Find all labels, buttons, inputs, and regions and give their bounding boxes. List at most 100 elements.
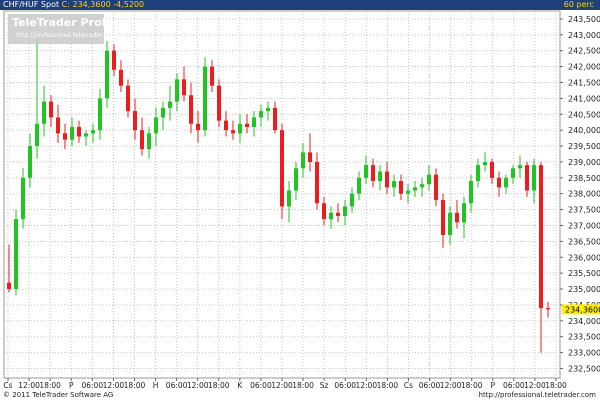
candle-body <box>441 200 445 236</box>
candle-body <box>308 152 312 162</box>
candle-body <box>217 85 221 121</box>
candle-body <box>28 146 32 178</box>
candle-body <box>343 206 347 216</box>
last-price-label: 234,3600 <box>565 305 600 314</box>
y-tick-label: 235,5000 <box>568 269 600 278</box>
candle-body <box>476 165 480 181</box>
candle-body <box>532 165 536 191</box>
y-tick-label: 243,5000 <box>568 15 600 24</box>
candle-body <box>539 165 543 309</box>
candle-body <box>294 168 298 191</box>
candle-body <box>462 203 466 223</box>
candle-body <box>105 50 109 99</box>
candle-body <box>245 123 249 127</box>
x-tick-label: 06:00 <box>419 381 441 390</box>
candle-body <box>455 212 459 223</box>
footer-url[interactable]: http://professional.teletrader.com <box>479 390 596 400</box>
y-tick-label: 236,0000 <box>568 253 600 262</box>
x-tick-label: 12:00 <box>440 381 462 390</box>
candle-body <box>7 282 11 290</box>
x-tick-label: K <box>237 381 243 390</box>
candle-body <box>301 152 305 169</box>
candle-body <box>259 111 263 118</box>
y-tick-label: 235,0000 <box>568 285 600 294</box>
x-tick-label: Cs <box>404 381 413 390</box>
candle-body <box>406 190 410 194</box>
candle-body <box>196 123 200 131</box>
x-tick-label: Sz <box>320 381 329 390</box>
candlestick-chart[interactable]: 232,5000233,0000233,5000234,0000234,5000… <box>0 0 600 400</box>
x-tick-label: 18:00 <box>208 381 230 390</box>
candle-body <box>371 165 375 181</box>
candle-body <box>490 161 494 178</box>
candle-body <box>518 165 522 169</box>
x-tick-label: 18:00 <box>292 381 314 390</box>
candle-body <box>91 130 95 134</box>
x-tick-label: 12:00 <box>271 381 293 390</box>
x-tick-label: 12:00 <box>187 381 209 390</box>
y-tick-label: 242,5000 <box>568 47 600 56</box>
y-tick-label: 240,5000 <box>568 110 600 119</box>
candle-body <box>448 212 452 236</box>
candle-body <box>385 171 389 188</box>
candle-body <box>399 180 403 194</box>
x-tick-label: 06:00 <box>503 381 525 390</box>
y-tick-label: 241,5000 <box>568 78 600 87</box>
candle-body <box>126 85 130 112</box>
candle-body <box>546 308 550 310</box>
candle-body <box>427 174 431 185</box>
x-tick-label: 06:00 <box>81 381 103 390</box>
candle-body <box>357 177 361 194</box>
y-tick-label: 234,0000 <box>568 317 600 326</box>
chart-footer: © 2011 TeleTrader Software AG http://pro… <box>0 390 600 400</box>
candle-body <box>49 101 53 118</box>
candle-body <box>56 117 60 134</box>
candle-body <box>322 203 326 220</box>
y-tick-label: 236,5000 <box>568 237 600 246</box>
x-tick-label: H <box>153 381 159 390</box>
x-tick-label: 18:00 <box>124 381 146 390</box>
candle-body <box>98 98 102 131</box>
candle-body <box>287 190 291 207</box>
candle-body <box>189 95 193 124</box>
candle-body <box>315 161 319 204</box>
candle-body <box>497 177 501 188</box>
candle-body <box>112 50 116 70</box>
brand-watermark: TeleTrader Professional http://professio… <box>8 14 157 44</box>
candle-body <box>378 171 382 181</box>
candle-body <box>140 130 144 150</box>
x-tick-label: 06:00 <box>166 381 188 390</box>
candle-body <box>469 180 473 204</box>
candle-body <box>147 133 151 150</box>
candle-body <box>434 174 438 201</box>
candle-body <box>35 123 39 147</box>
candle-body <box>364 165 368 178</box>
candle-body <box>420 184 424 188</box>
y-tick-label: 232,5000 <box>568 364 600 373</box>
candle-body <box>329 212 333 220</box>
candle-body <box>504 177 508 188</box>
candle-body <box>266 107 270 112</box>
y-tick-label: 240,0000 <box>568 126 600 135</box>
candle-body <box>392 180 396 188</box>
y-tick-label: 243,0000 <box>568 31 600 40</box>
x-tick-label: P <box>491 381 496 390</box>
candle-body <box>63 133 67 140</box>
candle-body <box>413 187 417 191</box>
candle-body <box>273 107 277 131</box>
candle-body <box>224 120 228 131</box>
y-tick-label: 237,0000 <box>568 221 600 230</box>
x-tick-label: 18:00 <box>377 381 399 390</box>
candle-body <box>154 117 158 134</box>
y-tick-label: 241,0000 <box>568 94 600 103</box>
x-tick-label: P <box>69 381 74 390</box>
x-tick-label: 12:00 <box>355 381 377 390</box>
x-tick-label: 18:00 <box>461 381 483 390</box>
x-tick-label: Cs <box>3 381 12 390</box>
y-tick-label: 233,0000 <box>568 349 600 358</box>
candle-body <box>168 101 172 108</box>
candle-body <box>42 101 46 124</box>
candle-body <box>21 177 25 220</box>
x-tick-label: 18:00 <box>39 381 61 390</box>
x-tick-label: 12:00 <box>103 381 125 390</box>
